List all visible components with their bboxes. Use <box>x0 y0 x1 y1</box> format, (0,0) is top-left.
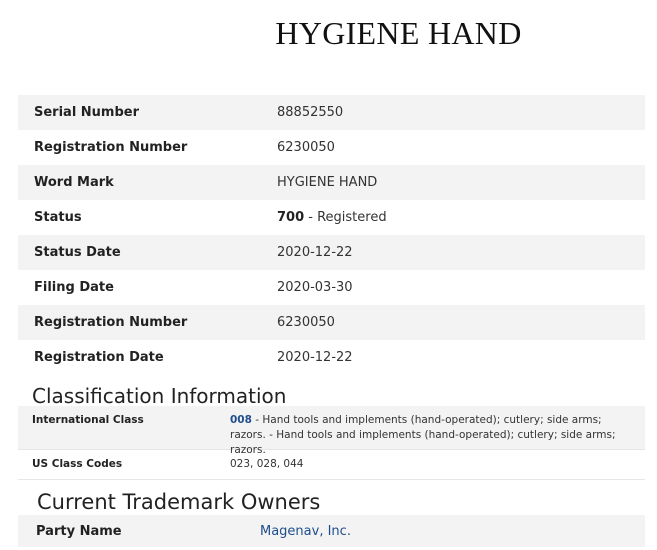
detail-label: Status Date <box>34 245 121 260</box>
details-table: Serial Number 88852550 Registration Numb… <box>18 95 645 375</box>
detail-value: 2020-12-22 <box>277 245 353 260</box>
detail-value: 6230050 <box>277 140 335 155</box>
us-class-codes-label: US Class Codes <box>32 458 123 470</box>
detail-label: Registration Number <box>34 315 188 330</box>
detail-row-filing-date: Filing Date 2020-03-30 <box>18 270 645 305</box>
us-class-codes-value: 023, 028, 044 <box>230 458 304 470</box>
detail-label: Filing Date <box>34 280 114 295</box>
classification-table: International Class 008 - Hand tools and… <box>18 406 645 480</box>
detail-value: 2020-12-22 <box>277 350 353 365</box>
status-code: 700 <box>277 210 305 225</box>
detail-label: Registration Number <box>34 140 188 155</box>
detail-label: Registration Date <box>34 350 164 365</box>
detail-row-registration-number-2: Registration Number 6230050 <box>18 305 645 340</box>
owners-section-title: Current Trademark Owners <box>37 490 321 514</box>
detail-value: 700 - Registered <box>277 210 387 225</box>
mark-title: HYGIENE HAND <box>275 15 522 51</box>
detail-row-registration-number: Registration Number 6230050 <box>18 130 645 165</box>
detail-row-registration-date: Registration Date 2020-12-22 <box>18 340 645 375</box>
detail-value: 6230050 <box>277 315 335 330</box>
international-class-label: International Class <box>32 414 144 426</box>
party-name-link[interactable]: Magenav, Inc. <box>260 524 351 539</box>
classification-section-title: Classification Information <box>32 384 287 408</box>
detail-row-serial-number: Serial Number 88852550 <box>18 95 645 130</box>
detail-label: Status <box>34 210 82 225</box>
detail-row-status-date: Status Date 2020-12-22 <box>18 235 645 270</box>
detail-label: Word Mark <box>34 175 114 190</box>
party-name-label: Party Name <box>36 523 122 539</box>
detail-value: 2020-03-30 <box>277 280 353 295</box>
detail-row-status: Status 700 - Registered <box>18 200 645 235</box>
international-class-value: 008 - Hand tools and implements (hand-op… <box>230 406 645 456</box>
status-text: - Registered <box>304 210 387 225</box>
owner-row-party-name: Party Name Magenav, Inc. <box>18 515 645 547</box>
detail-row-word-mark: Word Mark HYGIENE HAND <box>18 165 645 200</box>
international-class-row: International Class 008 - Hand tools and… <box>18 406 645 456</box>
us-class-codes-row: US Class Codes 023, 028, 044 <box>18 450 645 480</box>
detail-value: 88852550 <box>277 105 344 120</box>
detail-value: HYGIENE HAND <box>277 175 378 190</box>
detail-label: Serial Number <box>34 105 140 120</box>
class-code-link[interactable]: 008 <box>230 414 252 426</box>
trademark-page: HYGIENE HAND Serial Number 88852550 Regi… <box>0 0 657 550</box>
